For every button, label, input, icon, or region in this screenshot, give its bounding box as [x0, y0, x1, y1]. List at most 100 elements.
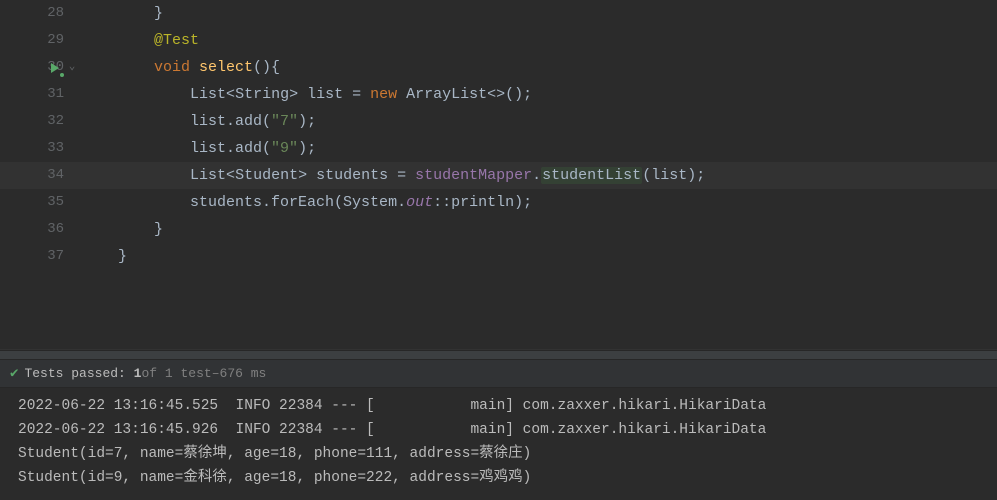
tests-time-sep: – — [212, 366, 220, 381]
code-content[interactable]: } — [82, 0, 997, 27]
line-number: 37 — [47, 243, 64, 270]
fold-chevron-down-icon[interactable]: ⌄ — [66, 54, 78, 81]
code-token: > — [289, 86, 298, 103]
console-text: Student(id=9, name=金科徐, age=18, phone=22… — [18, 466, 997, 490]
gutter[interactable]: 36 — [0, 216, 82, 243]
code-token: < — [226, 86, 235, 103]
code-token: studentMapper — [415, 167, 532, 184]
code-token: ); — [298, 113, 316, 130]
tool-window-resize-handle[interactable] — [0, 350, 997, 360]
code-content[interactable]: @Test — [82, 27, 997, 54]
console-line[interactable]: 2022-06-22 13:16:45.525 INFO 22384 --- [… — [0, 394, 997, 418]
run-test-gutter-icon[interactable] — [48, 61, 62, 75]
code-token — [82, 59, 154, 76]
code-content[interactable]: void select(){ — [82, 54, 997, 81]
gutter[interactable]: 31 — [0, 81, 82, 108]
console-output[interactable]: 2022-06-22 13:16:45.525 INFO 22384 --- [… — [0, 388, 997, 490]
code-token: <>(); — [487, 86, 532, 103]
gutter[interactable]: 37 — [0, 243, 82, 270]
code-editor[interactable]: 28 }29 @Test30⌄ void select(){31 List<St… — [0, 0, 997, 335]
code-token — [82, 167, 190, 184]
code-content[interactable]: List<Student> students = studentMapper.s… — [82, 162, 997, 189]
code-token: "9" — [271, 140, 298, 157]
code-content[interactable]: List<String> list = new ArrayList<>(); — [82, 81, 997, 108]
gutter[interactable]: 32 — [0, 108, 82, 135]
code-token: < — [226, 167, 235, 184]
line-number: 31 — [47, 81, 64, 108]
tests-passed-check-icon: ✔ — [10, 365, 18, 382]
code-token: ArrayList — [406, 86, 487, 103]
code-content[interactable]: } — [82, 243, 997, 270]
line-number: 28 — [47, 0, 64, 27]
code-token: list = — [298, 86, 370, 103]
code-token: @Test — [154, 32, 199, 49]
code-token: new — [370, 86, 406, 103]
code-token: ); — [298, 140, 316, 157]
line-number: 33 — [47, 135, 64, 162]
code-token: > — [298, 167, 307, 184]
console-text: Student(id=7, name=蔡徐坤, age=18, phone=11… — [18, 442, 997, 466]
code-line[interactable]: 33 list.add("9"); — [0, 135, 997, 162]
code-token: list.add( — [190, 140, 271, 157]
code-line[interactable]: 37 } — [0, 243, 997, 270]
code-token: select — [199, 59, 253, 76]
console-gutter — [0, 418, 18, 442]
gutter[interactable]: 34 — [0, 162, 82, 189]
line-number: 35 — [47, 189, 64, 216]
console-gutter — [0, 466, 18, 490]
code-token: } — [82, 221, 163, 238]
tests-passed-count: 1 — [134, 366, 142, 381]
code-token: Student — [235, 167, 298, 184]
line-number: 29 — [47, 27, 64, 54]
code-token: students = — [307, 167, 415, 184]
code-content[interactable]: list.add("9"); — [82, 135, 997, 162]
code-line[interactable]: 29 @Test — [0, 27, 997, 54]
console-line[interactable]: 2022-06-22 13:16:45.926 INFO 22384 --- [… — [0, 418, 997, 442]
code-token: (list); — [642, 167, 705, 184]
code-token: "7" — [271, 113, 298, 130]
gutter[interactable]: 28 — [0, 0, 82, 27]
gutter[interactable]: 35 — [0, 189, 82, 216]
code-token: List — [190, 86, 226, 103]
line-number: 34 — [47, 162, 64, 189]
code-line[interactable]: 34 List<Student> students = studentMappe… — [0, 162, 997, 189]
code-token — [82, 32, 154, 49]
code-token: void — [154, 59, 199, 76]
test-status-bar: ✔ Tests passed: 1 of 1 test – 676 ms — [0, 360, 997, 388]
code-token: studentList — [541, 167, 642, 184]
run-tool-window: ✔ Tests passed: 1 of 1 test – 676 ms 202… — [0, 350, 997, 490]
code-token: (){ — [253, 59, 280, 76]
line-number: 32 — [47, 108, 64, 135]
code-token: . — [532, 167, 541, 184]
tests-duration: 676 ms — [220, 366, 267, 381]
code-token — [82, 113, 190, 130]
code-line[interactable]: 30⌄ void select(){ — [0, 54, 997, 81]
code-content[interactable]: } — [82, 216, 997, 243]
code-line[interactable]: 32 list.add("7"); — [0, 108, 997, 135]
code-token: String — [235, 86, 289, 103]
code-token: list.add( — [190, 113, 271, 130]
console-text: 2022-06-22 13:16:45.926 INFO 22384 --- [… — [18, 418, 997, 442]
code-line[interactable]: 31 List<String> list = new ArrayList<>()… — [0, 81, 997, 108]
code-line[interactable]: 36 } — [0, 216, 997, 243]
console-line[interactable]: Student(id=7, name=蔡徐坤, age=18, phone=11… — [0, 442, 997, 466]
console-gutter — [0, 442, 18, 466]
code-token — [82, 194, 190, 211]
gutter[interactable]: 29 — [0, 27, 82, 54]
code-token: } — [82, 248, 127, 265]
code-token: } — [82, 5, 163, 22]
tests-passed-label: Tests passed: — [24, 366, 125, 381]
console-text: 2022-06-22 13:16:45.525 INFO 22384 --- [… — [18, 394, 997, 418]
line-number: 36 — [47, 216, 64, 243]
code-content[interactable]: students.forEach(System.out::println); — [82, 189, 997, 216]
gutter[interactable]: 33 — [0, 135, 82, 162]
code-content[interactable]: list.add("7"); — [82, 108, 997, 135]
console-gutter — [0, 394, 18, 418]
code-token: ::println); — [433, 194, 532, 211]
code-line[interactable]: 28 } — [0, 0, 997, 27]
console-line[interactable]: Student(id=9, name=金科徐, age=18, phone=22… — [0, 466, 997, 490]
code-token — [82, 140, 190, 157]
tests-total-label: of 1 test — [141, 366, 211, 381]
gutter[interactable]: 30⌄ — [0, 54, 82, 81]
code-line[interactable]: 35 students.forEach(System.out::println)… — [0, 189, 997, 216]
